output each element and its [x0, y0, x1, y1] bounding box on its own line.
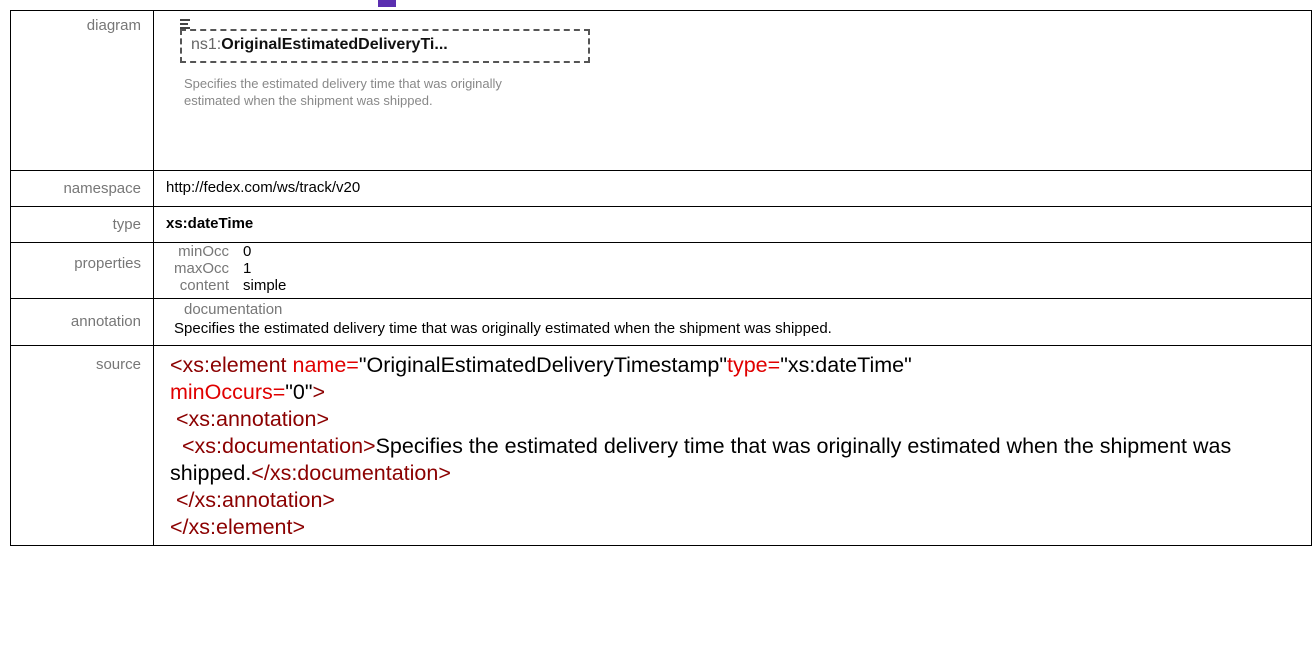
row-label: source — [10, 345, 154, 546]
documentation-text: Specifies the estimated delivery time th… — [174, 320, 832, 337]
xml-tag-end: > — [312, 380, 326, 404]
namespace-prefix: ns1: — [191, 36, 222, 53]
xml-attribute-value: "0" — [285, 380, 313, 404]
documentation-lines-icon — [180, 19, 192, 29]
xml-attribute-value: "OriginalEstimatedDeliveryTimestamp" — [358, 353, 727, 377]
diagram-element-name: ns1:OriginalEstimatedDeliveryTi... — [191, 36, 448, 54]
properties-row: properties minOcc 0 maxOcc 1 content simple — [10, 242, 1312, 299]
row-label: namespace — [10, 170, 154, 207]
property-key: minOcc — [178, 243, 230, 260]
annotation-row: annotation documentation Specifies the e… — [10, 298, 1312, 346]
xml-source-code: <xs:element name="OriginalEstimatedDeliv… — [170, 346, 1311, 545]
title-underline — [378, 0, 396, 7]
row-label: properties — [10, 242, 154, 299]
namespace-value: http://fedex.com/ws/track/v20 — [153, 170, 1312, 207]
xml-open-tag: <xs:element — [170, 353, 287, 377]
diagram-description: Specifies the estimated delivery time th… — [184, 76, 502, 108]
xml-documentation-close: </xs:documentation> — [251, 461, 451, 485]
properties-list: minOcc 0 maxOcc 1 content simple — [174, 243, 296, 294]
diagram-row: diagram ns1:OriginalEstimatedDeliveryTi.… — [10, 10, 1312, 171]
row-label: diagram — [10, 10, 154, 171]
xml-annotation-close: </xs:annotation> — [175, 488, 335, 512]
type-row: type xs:dateTime — [10, 206, 1312, 243]
namespace-row: namespace http://fedex.com/ws/track/v20 — [10, 170, 1312, 207]
annotation-cell: documentation Specifies the estimated de… — [153, 298, 1312, 346]
property-value: simple — [243, 277, 287, 294]
property-key: content — [179, 277, 230, 294]
type-value: xs:dateTime — [153, 206, 1312, 243]
properties-cell: minOcc 0 maxOcc 1 content simple — [153, 242, 1312, 299]
row-label: annotation — [10, 298, 154, 346]
source-cell: <xs:element name="OriginalEstimatedDeliv… — [153, 345, 1312, 546]
property-value: 0 — [243, 243, 252, 260]
element-diagram-box[interactable]: ns1:OriginalEstimatedDeliveryTi... — [180, 19, 595, 68]
xml-attribute-name: minOccurs= — [170, 380, 286, 404]
property-key: maxOcc — [174, 260, 230, 277]
xml-attribute-name: type= — [726, 353, 781, 377]
xml-annotation-open: <xs:annotation> — [175, 407, 329, 431]
row-label: type — [10, 206, 154, 243]
xml-element-close: </xs:element> — [170, 515, 306, 539]
property-value: 1 — [243, 260, 252, 277]
xml-attribute-name: name= — [292, 353, 359, 377]
xml-attribute-value: "xs:dateTime" — [780, 353, 912, 377]
element-properties-table: diagram ns1:OriginalEstimatedDeliveryTi.… — [10, 10, 1312, 546]
source-row: source <xs:element name="OriginalEstimat… — [10, 345, 1312, 546]
diagram-cell: ns1:OriginalEstimatedDeliveryTi... Speci… — [153, 10, 1312, 171]
documentation-heading: documentation — [184, 301, 283, 318]
xml-documentation-open: <xs:documentation> — [181, 434, 376, 458]
element-name: OriginalEstimatedDeliveryTi... — [221, 36, 448, 53]
